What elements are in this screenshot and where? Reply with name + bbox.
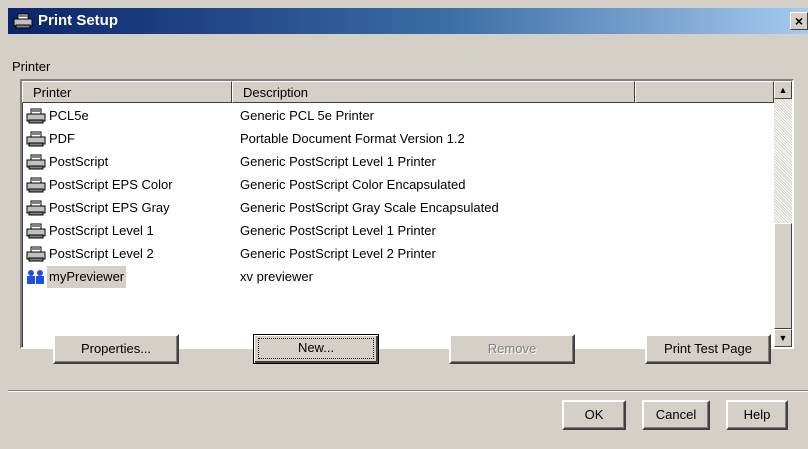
printer-icon — [26, 131, 46, 147]
help-button-label: Help — [743, 407, 771, 422]
dialog-body: Printer Printer Description PCL5e Generi… — [8, 34, 808, 449]
title-bar[interactable]: Print Setup × — [8, 8, 808, 34]
print-setup-dialog: Print Setup × Printer Printer Descriptio… — [0, 0, 808, 449]
printer-icon — [26, 200, 46, 216]
printer-group-label: Printer — [12, 59, 51, 74]
scroll-thumb[interactable] — [774, 223, 792, 329]
cancel-button-label: Cancel — [655, 407, 697, 422]
printer-description: Generic PostScript Gray Scale Encapsulat… — [240, 200, 499, 215]
print-test-page-button-label: Print Test Page — [664, 341, 752, 356]
printer-row[interactable]: PostScript Level 2 Generic PostScript Le… — [22, 243, 774, 266]
printer-icon — [26, 223, 46, 239]
printer-description: xv previewer — [240, 269, 313, 284]
printer-name: PostScript Level 1 — [49, 223, 154, 238]
separator-highlight — [8, 391, 808, 392]
printer-row[interactable]: PostScript EPS Color Generic PostScript … — [22, 174, 774, 197]
column-header-printer[interactable]: Printer — [22, 81, 232, 103]
printer-icon — [26, 108, 46, 124]
printer-description: Generic PostScript Level 2 Printer — [240, 246, 436, 261]
printer-icon — [26, 246, 46, 262]
printer-icon — [13, 13, 33, 29]
printer-row[interactable]: PDF Portable Document Format Version 1.2 — [22, 128, 774, 151]
ok-button-label: OK — [584, 407, 604, 422]
close-button[interactable]: × — [790, 12, 808, 30]
printer-description: Generic PostScript Level 1 Printer — [240, 154, 436, 169]
help-button[interactable]: Help — [726, 400, 788, 430]
cancel-button[interactable]: Cancel — [642, 400, 710, 430]
printer-row[interactable]: PostScript Level 1 Generic PostScript Le… — [22, 220, 774, 243]
remove-button[interactable]: Remove — [449, 334, 575, 364]
printer-name: PCL5e — [49, 108, 89, 123]
printer-row[interactable]: PostScript Generic PostScript Level 1 Pr… — [22, 151, 774, 174]
vertical-scrollbar[interactable]: ▲ ▼ — [774, 81, 792, 347]
printer-list[interactable]: Printer Description PCL5e Generic PCL 5e… — [20, 79, 794, 349]
printer-description: Generic PCL 5e Printer — [240, 108, 374, 123]
printer-description: Generic PostScript Level 1 Printer — [240, 223, 436, 238]
printer-name: PDF — [49, 131, 75, 146]
remove-button-label: Remove — [487, 341, 537, 356]
printer-row-selected[interactable]: myPreviewer xv previewer — [22, 266, 774, 289]
users-icon — [27, 270, 44, 284]
printer-icon — [26, 177, 46, 193]
focus-rect — [258, 338, 374, 359]
printer-name: PostScript — [49, 154, 109, 169]
scroll-up-button[interactable]: ▲ — [774, 81, 792, 99]
print-test-page-button[interactable]: Print Test Page — [645, 334, 771, 364]
printer-name: myPreviewer — [47, 266, 127, 288]
scroll-down-button[interactable]: ▼ — [774, 329, 792, 347]
list-rows: PCL5e Generic PCL 5e Printer PDF Portabl… — [22, 105, 774, 289]
column-header-extra[interactable] — [635, 81, 774, 103]
printer-icon — [26, 154, 46, 170]
ok-button[interactable]: OK — [562, 400, 626, 430]
printer-description: Portable Document Format Version 1.2 — [240, 131, 465, 146]
printer-name: PostScript Level 2 — [49, 246, 154, 261]
properties-button[interactable]: Properties... — [53, 334, 179, 364]
new-button[interactable]: New... — [253, 334, 379, 364]
column-header-description[interactable]: Description — [232, 81, 635, 103]
printer-name: PostScript EPS Gray — [49, 200, 170, 215]
printer-row[interactable]: PCL5e Generic PCL 5e Printer — [22, 105, 774, 128]
properties-button-label: Properties... — [80, 341, 152, 356]
printer-row[interactable]: PostScript EPS Gray Generic PostScript G… — [22, 197, 774, 220]
printer-description: Generic PostScript Color Encapsulated — [240, 177, 466, 192]
list-header: Printer Description — [22, 81, 774, 103]
window-title: Print Setup — [38, 12, 119, 29]
printer-name: PostScript EPS Color — [49, 177, 173, 192]
